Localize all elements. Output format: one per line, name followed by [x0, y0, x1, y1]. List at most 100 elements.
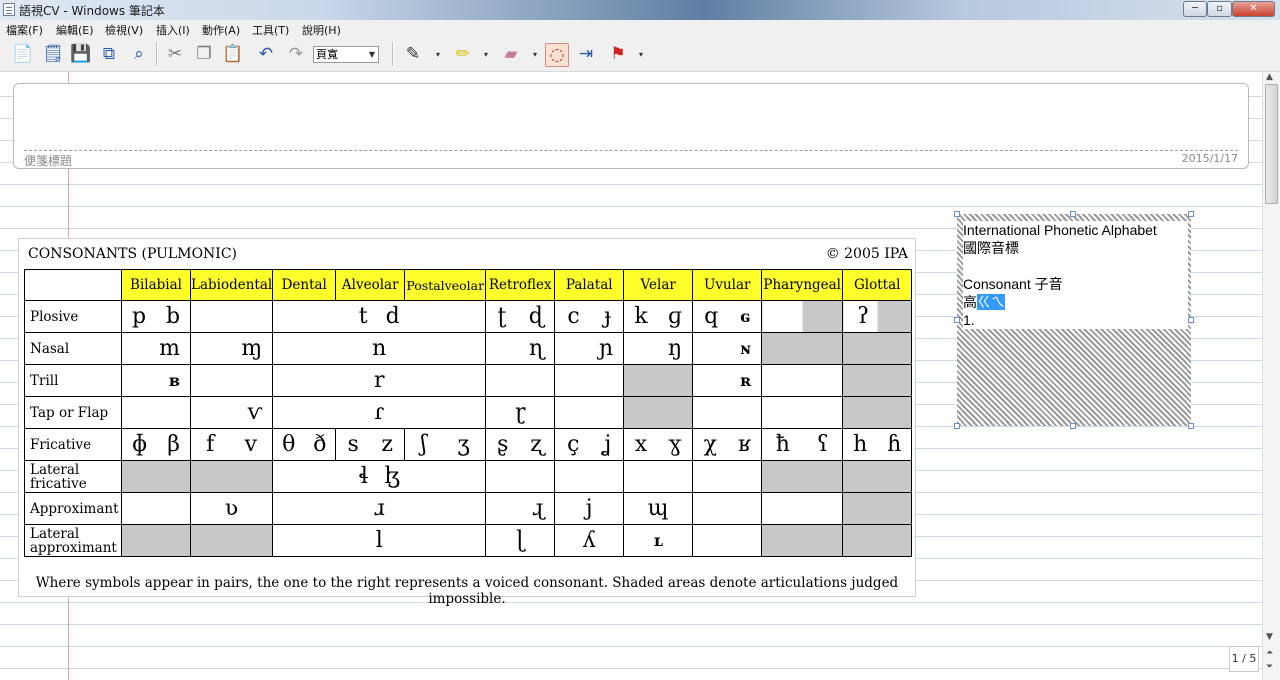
new-page-icon[interactable]: 📄 [12, 43, 34, 65]
ipa-cell: m [121, 332, 191, 365]
menu-insert[interactable]: 插入(I) [156, 22, 190, 38]
menu-view[interactable]: 檢視(V) [105, 22, 143, 38]
ipa-cell [692, 492, 763, 525]
insert-space-icon[interactable]: ⇥ [575, 43, 597, 65]
prev-page-icon[interactable]: ⏶ [1266, 648, 1273, 658]
paste-icon[interactable]: 📋 [222, 43, 244, 65]
ipa-cell [623, 460, 694, 493]
ipa-cell-impossible [121, 460, 191, 493]
ipa-cell-impossible [623, 396, 694, 429]
undo-icon[interactable]: ↶ [255, 43, 277, 65]
header-blank [24, 269, 122, 301]
note-line[interactable]: 1. [963, 311, 1188, 329]
ipa-consonant-chart-image[interactable]: CONSONANTS (PULMONIC) © 2005 IPA Bilabia… [18, 238, 916, 607]
resize-handle[interactable] [1070, 423, 1076, 429]
note-line[interactable]: Consonant 子音 [963, 275, 1188, 293]
eraser-dropdown[interactable]: ▾ [533, 50, 537, 59]
resize-handle[interactable] [1070, 211, 1076, 217]
row-label-tap: Tap or Flap [24, 396, 122, 429]
pen-dropdown[interactable]: ▾ [436, 50, 440, 59]
ipa-cell: sz [335, 428, 406, 461]
search-icon[interactable]: ⌕ [128, 43, 150, 65]
col-dental: Dental [272, 269, 337, 301]
ipa-cell-impossible [623, 364, 694, 397]
col-uvular: Uvular [692, 269, 763, 301]
note-page[interactable]: 便箋標題 2015/1/17 CONSONANTS (PULMONIC) © 2… [0, 72, 1262, 680]
highlighter-dropdown[interactable]: ▾ [484, 50, 488, 59]
page-title-area[interactable]: 便箋標題 2015/1/17 [13, 83, 1249, 169]
ipa-cell [189, 364, 274, 397]
ipa-copyright: © 2005 IPA [825, 246, 908, 262]
scroll-down-icon[interactable]: ▼ [1266, 632, 1273, 642]
resize-handle[interactable] [954, 423, 960, 429]
ipa-cell: χʁ [692, 428, 763, 461]
ipa-cell: ɭ [485, 524, 556, 557]
eraser-icon[interactable]: ▰ [500, 43, 522, 65]
ipa-cell: ʈɖ [485, 300, 556, 333]
ipa-cell: ɸβ [121, 428, 191, 461]
ipa-cell [692, 524, 763, 557]
menu-tools[interactable]: 工具(T) [252, 22, 289, 38]
ipa-cell [761, 364, 844, 397]
menu-help[interactable]: 說明(H) [302, 22, 341, 38]
note-line[interactable] [963, 257, 1188, 275]
menu-bar: 檔案(F) 編輯(E) 檢視(V) 插入(I) 動作(A) 工具(T) 說明(H… [0, 20, 1280, 38]
resize-handle[interactable] [1188, 317, 1194, 323]
ipa-chart-title: CONSONANTS (PULMONIC) [28, 246, 237, 262]
note-text-container[interactable]: International Phonetic Alphabet 國際音標 Con… [963, 221, 1188, 329]
menu-file[interactable]: 檔案(F) [6, 22, 43, 38]
selected-text[interactable]: ㄍㄟ [977, 294, 1005, 310]
page-width-select[interactable]: 頁寬 ▼ [313, 46, 379, 63]
note-line[interactable]: International Phonetic Alphabet [963, 221, 1188, 239]
menu-edit[interactable]: 編輯(E) [56, 22, 94, 38]
copy-page-icon[interactable]: ⧉ [98, 43, 120, 65]
col-velar: Velar [623, 269, 694, 301]
col-postalveolar: Postalveolar [404, 269, 487, 301]
minimize-button[interactable]: ─ [1183, 1, 1207, 17]
ipa-cell-impossible [842, 524, 913, 557]
ipa-cell [121, 492, 191, 525]
pen-icon[interactable]: ✎ [402, 43, 424, 65]
toolbar: 📄 🗒 💾 ⧉ ⌕ ✂ ❐ 📋 ↶ ↷ 頁寬 ▼ ✎ ▾ ✏ ▾ ▰ ▾ ◌ ⇥ … [0, 38, 1280, 72]
ipa-cell-impossible [189, 524, 274, 557]
next-page-icon[interactable]: ⏷ [1266, 662, 1273, 672]
ipa-cell: ʋ [189, 492, 274, 525]
new-note-icon[interactable]: 🗒 [42, 43, 64, 65]
maximize-button[interactable]: ▫ [1207, 1, 1232, 17]
close-button[interactable]: ✕ [1232, 1, 1275, 17]
page-title-placeholder[interactable]: 便箋標題 [24, 152, 72, 169]
row-label-lateral-fricative: Lateral fricative [24, 460, 122, 493]
window-title: 語視CV - Windows 筆記本 [19, 4, 165, 18]
note-line[interactable]: 高ㄍㄟ [963, 293, 1188, 311]
ipa-cell: ʀ [692, 364, 763, 397]
vertical-scrollbar[interactable]: ▲ ▼ ⏶ ⏷ [1262, 72, 1280, 680]
lasso-icon[interactable]: ◌ [545, 43, 569, 67]
highlighter-icon[interactable]: ✏ [452, 43, 474, 65]
ipa-cell: r [272, 364, 487, 397]
ipa-cell-impossible [842, 396, 913, 429]
flag-icon[interactable]: ⚑ [607, 43, 629, 65]
ipa-cell [554, 364, 625, 397]
page-date: 2015/1/17 [1181, 152, 1238, 165]
ipa-cell-impossible [761, 524, 844, 557]
ipa-cell: cɟ [554, 300, 625, 333]
menu-action[interactable]: 動作(A) [202, 22, 240, 38]
scroll-up-icon[interactable]: ▲ [1266, 72, 1273, 82]
ipa-cell: qɢ [692, 300, 763, 333]
note-line[interactable]: 國際音標 [963, 239, 1188, 257]
flag-dropdown[interactable]: ▾ [639, 50, 643, 59]
resize-handle[interactable] [954, 211, 960, 217]
redo-icon[interactable]: ↷ [285, 43, 307, 65]
save-icon[interactable]: 💾 [70, 43, 92, 65]
resize-handle[interactable] [1188, 211, 1194, 217]
cut-icon[interactable]: ✂ [164, 43, 186, 65]
ipa-cell: j [554, 492, 625, 525]
ipa-cell-impossible [761, 332, 844, 365]
ipa-cell [761, 300, 844, 333]
ipa-cell: hɦ [842, 428, 913, 461]
scroll-thumb[interactable] [1265, 84, 1278, 204]
resize-handle[interactable] [1188, 423, 1194, 429]
resize-handle[interactable] [954, 317, 960, 323]
ipa-footnote: Where symbols appear in pairs, the one t… [35, 575, 899, 607]
copy-icon[interactable]: ❐ [193, 43, 215, 65]
